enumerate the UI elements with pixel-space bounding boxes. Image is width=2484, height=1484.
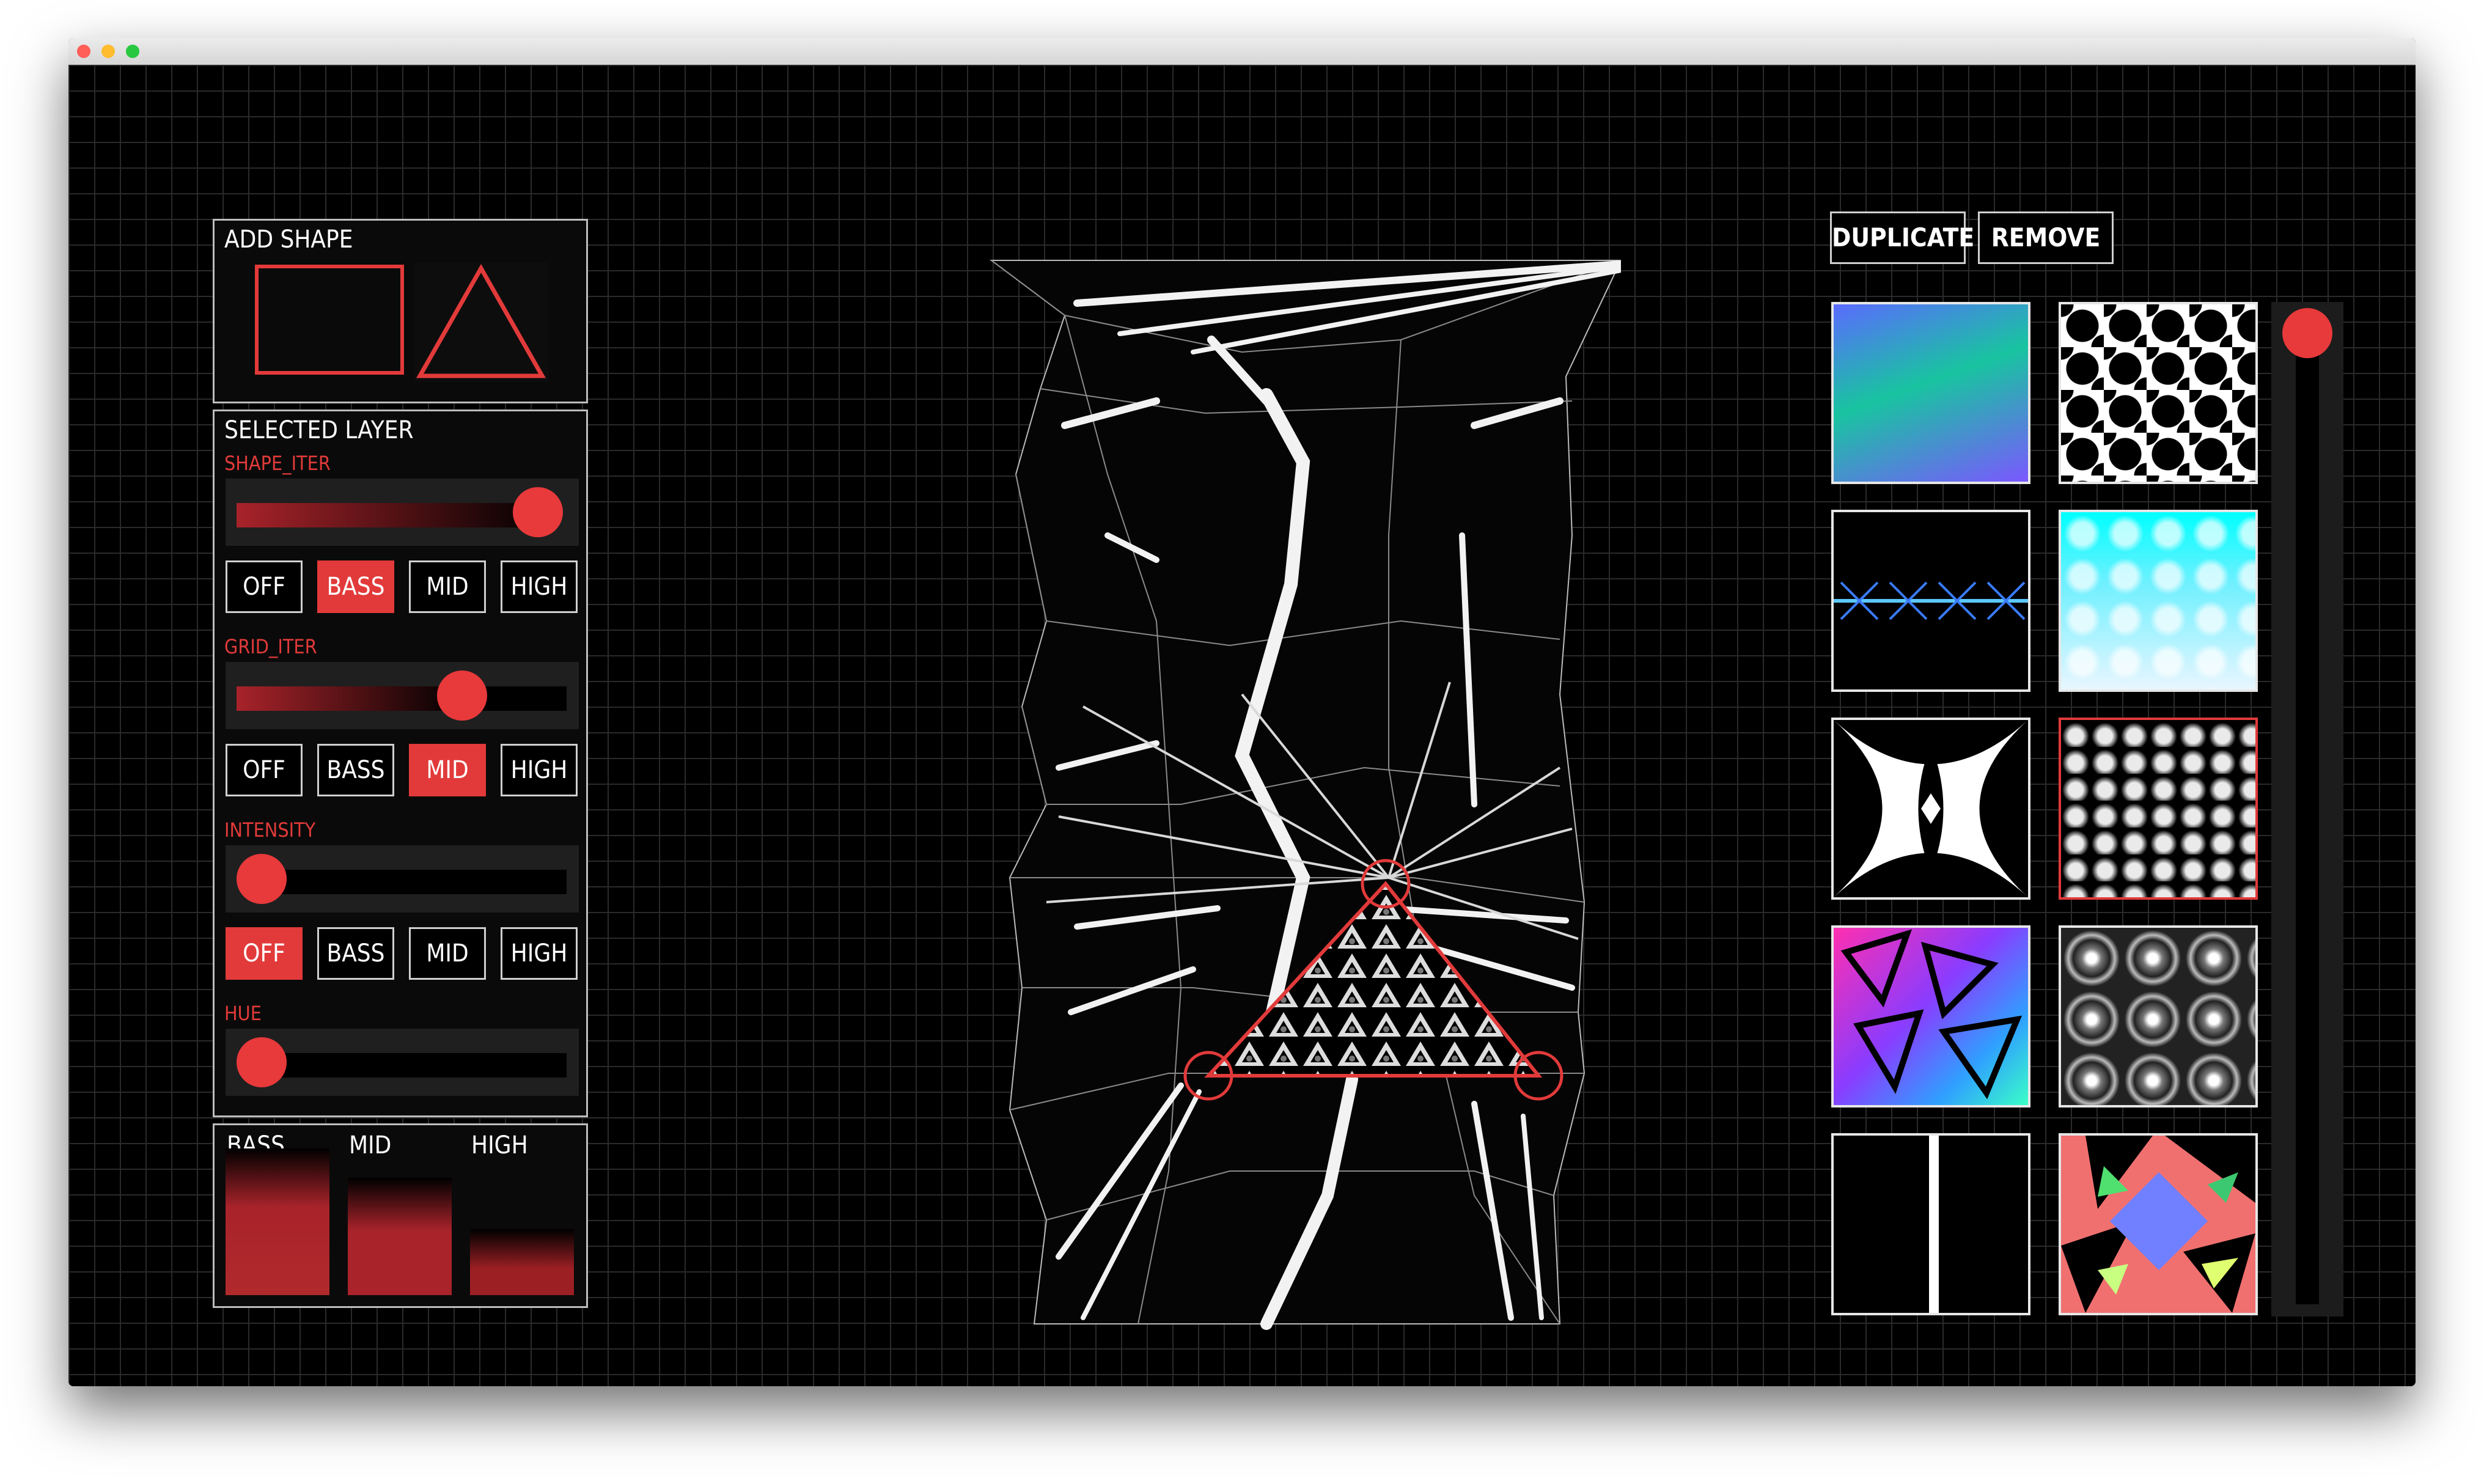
close-window-button[interactable] (77, 45, 90, 58)
shape-iter-slider[interactable] (226, 479, 579, 546)
audio-meters-panel: BASS MID HIGH (213, 1123, 588, 1308)
duplicate-button[interactable]: DUPLICATE (1830, 211, 1974, 264)
canvas-stage: ADD SHAPE SELECTED LAYER SHAPE_ITER OFF … (68, 65, 2416, 1386)
intensity-groove (250, 870, 567, 894)
white-vertical-line (1929, 1136, 1939, 1313)
vertical-slider[interactable] (2271, 302, 2343, 1317)
grid-iter-off-button[interactable]: OFF (226, 744, 303, 796)
curved-diamond-icon (1834, 720, 2028, 897)
texture-tile-swirls[interactable] (2059, 925, 2258, 1107)
high-meter-bar (470, 1229, 574, 1295)
shape-iter-off-button[interactable]: OFF (226, 560, 303, 613)
texture-tile-triangles[interactable] (2059, 718, 2258, 900)
grid-iter-knob[interactable] (437, 670, 487, 721)
window-titlebar (68, 38, 2416, 65)
triangle-shape-button[interactable] (414, 262, 548, 382)
texture-tile-color-shards[interactable] (2059, 1133, 2258, 1315)
intensity-knob[interactable] (237, 854, 287, 904)
cyan-glow-dots (2061, 512, 2255, 689)
grid-iter-label: GRID_ITER (224, 635, 317, 658)
texture-tile-colored-triangles[interactable] (1831, 925, 2030, 1107)
texture-tile-gradient[interactable] (1831, 302, 2030, 484)
intensity-bass-button[interactable]: BASS (317, 927, 394, 980)
intensity-high-button[interactable]: HIGH (501, 927, 578, 980)
selected-layer-panel: SELECTED LAYER SHAPE_ITER OFF BASS MID H… (213, 410, 588, 1117)
vertical-slider-knob[interactable] (2282, 308, 2332, 358)
hue-groove (250, 1053, 567, 1078)
hue-label: HUE (224, 1002, 262, 1025)
texture-tile-white-line[interactable] (1831, 1133, 2030, 1315)
shape-iter-mid-button[interactable]: MID (409, 560, 486, 613)
add-shape-title: ADD SHAPE (224, 226, 353, 254)
shape-iter-bass-button[interactable]: BASS (317, 560, 394, 613)
visualizer-canvas[interactable] (924, 218, 1621, 1354)
bass-meter-bar (226, 1148, 329, 1295)
minimize-window-button[interactable] (101, 45, 115, 58)
app-window: ADD SHAPE SELECTED LAYER SHAPE_ITER OFF … (68, 38, 2416, 1386)
hue-knob[interactable] (237, 1037, 287, 1087)
triangle-icon (416, 263, 546, 378)
high-meter-label: HIGH (471, 1131, 528, 1159)
colored-triangles-icon (1840, 929, 2023, 1100)
grid-iter-fill (237, 686, 463, 711)
add-shape-panel: ADD SHAPE (213, 219, 588, 403)
intensity-slider[interactable] (226, 845, 579, 913)
hue-slider[interactable] (226, 1029, 579, 1096)
intensity-off-button[interactable]: OFF (226, 927, 303, 980)
shape-iter-knob[interactable] (513, 487, 563, 537)
grid-iter-mid-button[interactable]: MID (409, 744, 486, 796)
selected-layer-title: SELECTED LAYER (224, 416, 414, 444)
intensity-label: INTENSITY (224, 818, 316, 842)
texture-tile-stars[interactable] (2059, 302, 2258, 484)
shape-iter-high-button[interactable]: HIGH (501, 560, 578, 613)
intensity-mid-button[interactable]: MID (409, 927, 486, 980)
rectangle-shape-button[interactable] (255, 265, 404, 375)
texture-tile-blue-x-line[interactable] (1831, 510, 2030, 692)
vertical-slider-track (2296, 339, 2319, 1304)
grid-iter-slider[interactable] (226, 662, 579, 729)
shape-iter-fill (237, 503, 548, 527)
remove-button[interactable]: REMOVE (1978, 211, 2114, 264)
grid-iter-high-button[interactable]: HIGH (501, 744, 578, 796)
shape-iter-label: SHAPE_ITER (224, 452, 331, 475)
grid-iter-bass-button[interactable]: BASS (317, 744, 394, 796)
maximize-window-button[interactable] (126, 45, 139, 58)
texture-tile-curved-diamond[interactable] (1831, 718, 2030, 900)
texture-tile-cyan-glow[interactable] (2059, 510, 2258, 692)
mid-meter-bar (348, 1178, 452, 1295)
color-shards-icon (2061, 1136, 2255, 1313)
mid-meter-label: MID (349, 1131, 392, 1159)
blue-x-pattern-icon (1834, 581, 2028, 620)
